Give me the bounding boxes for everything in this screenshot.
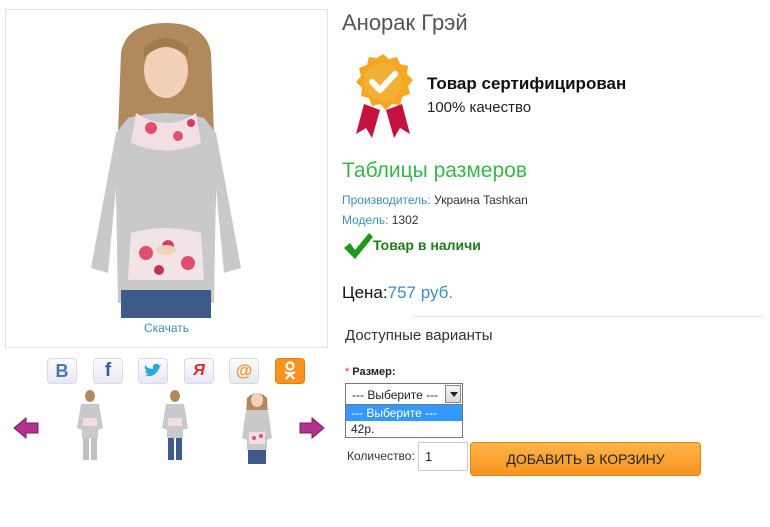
certificate-title: Товар сертифицирован [427, 74, 627, 93]
moimir-share-button[interactable]: Я [184, 358, 214, 384]
variants-title: Доступные варианты [345, 327, 493, 344]
size-label-text: Размер: [352, 366, 396, 378]
size-option[interactable]: --- Выберите --- [346, 405, 462, 421]
mail-share-button[interactable]: @ [229, 358, 259, 384]
thumbnail-carousel [10, 388, 330, 466]
size-table-link[interactable]: Таблицы размеров [342, 159, 527, 183]
quantity-label: Количество: [347, 449, 415, 463]
facebook-icon: f [104, 360, 112, 381]
price: Цена:757 руб. [342, 283, 453, 303]
size-dropdown-list: --- Выберите --- 42р. [345, 404, 463, 438]
model-row: Модель: 1302 [342, 213, 418, 227]
model-value: 1302 [391, 213, 419, 227]
add-to-cart-button[interactable]: ДОБАВИТЬ В КОРЗИНУ [470, 442, 701, 476]
odnoklassniki-icon [284, 361, 296, 380]
stock-status: Товар в наличи [342, 232, 481, 260]
facebook-share-button[interactable]: f [93, 358, 123, 384]
twitter-icon [144, 363, 162, 377]
moimir-icon: Я [193, 362, 205, 379]
vk-share-button[interactable]: В [47, 358, 77, 384]
certificate-badge-icon [356, 54, 413, 138]
main-product-image[interactable]: Скачать [5, 9, 328, 348]
manufacturer-link[interactable]: Производитель: [342, 193, 431, 207]
product-photo [91, 23, 241, 318]
model-label: Модель: [342, 213, 389, 227]
vk-icon: В [55, 360, 69, 381]
download-link[interactable]: Скачать [6, 321, 327, 335]
divider [413, 316, 763, 317]
price-label: Цена: [342, 283, 388, 302]
odnoklassniki-share-button[interactable] [275, 358, 305, 384]
manufacturer-row: Производитель: Украина Tashkan [342, 193, 528, 207]
product-title: Анорак Грэй [342, 10, 468, 35]
size-option[interactable]: 42р. [346, 421, 462, 437]
required-mark: * [345, 366, 350, 378]
stock-label: Товар в наличи [373, 237, 481, 253]
mail-icon: @ [235, 361, 253, 380]
thumbnail-1[interactable] [65, 388, 115, 464]
size-select[interactable]: --- Выберите --- [345, 383, 463, 405]
manufacturer-value: Украина Tashkan [434, 193, 528, 207]
size-label: * Размер: [345, 366, 396, 378]
next-arrow-icon[interactable] [298, 416, 326, 440]
thumbnail-2[interactable] [150, 388, 200, 464]
certificate-subtitle: 100% качество [427, 99, 532, 116]
prev-arrow-icon[interactable] [12, 416, 40, 440]
quantity-input[interactable]: 1 [418, 442, 468, 471]
price-value: 757 руб. [387, 283, 454, 302]
chevron-down-icon[interactable] [445, 385, 461, 403]
thumbnail-3[interactable] [232, 388, 282, 464]
twitter-share-button[interactable] [138, 358, 168, 384]
size-select-value: --- Выберите --- [352, 388, 439, 402]
checkmark-icon [344, 233, 373, 259]
